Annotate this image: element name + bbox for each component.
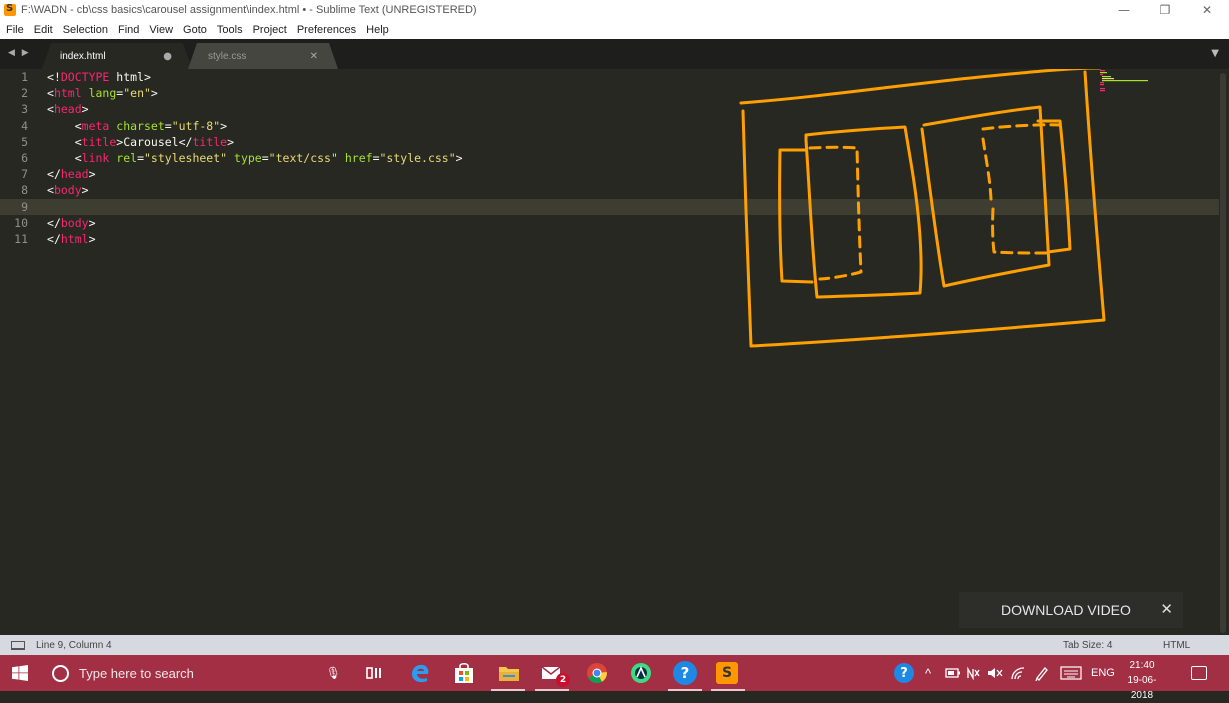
cortana-icon[interactable] [52, 664, 69, 682]
windows-taskbar: Type here to search 🎙 2 ? S ? ^ ENG 21:4… [0, 655, 1229, 701]
tab-label: index.html [60, 50, 106, 62]
tab-size[interactable]: Tab Size: 4 [1063, 640, 1112, 651]
menu-view[interactable]: View [149, 24, 173, 36]
right-slide-front-stroke [920, 105, 1051, 288]
outer-frame-stroke [741, 70, 1106, 348]
menu-tools[interactable]: Tools [217, 24, 243, 36]
sublime-logo-icon [4, 3, 16, 16]
windows-start-icon[interactable] [12, 665, 28, 681]
menu-bar: File Edit Selection Find View Goto Tools… [0, 20, 1229, 39]
menu-edit[interactable]: Edit [34, 24, 53, 36]
title-bar: F:\WADN - cb\css basics\carousel assignm… [0, 0, 1229, 20]
close-icon[interactable]: ✕ [1160, 600, 1173, 618]
panel-toggle-icon[interactable] [11, 640, 25, 650]
network-icon[interactable] [966, 666, 980, 680]
clock[interactable]: 21:40 19-06-2018 [1119, 658, 1165, 703]
tab-overflow-icon[interactable]: ▼ [1211, 48, 1219, 59]
cursor-position[interactable]: Line 9, Column 4 [36, 640, 112, 651]
input-language[interactable]: ENG [1091, 655, 1115, 691]
menu-goto[interactable]: Goto [183, 24, 207, 36]
syntax-mode[interactable]: HTML [1163, 640, 1190, 651]
tray-help-icon[interactable]: ? [894, 663, 914, 683]
tab-close-icon[interactable]: ✕ [310, 51, 318, 62]
help-icon[interactable]: ? [673, 661, 697, 685]
volume-muted-icon[interactable] [987, 666, 1003, 680]
download-video-label[interactable]: DOWNLOAD VIDEO [1001, 602, 1131, 618]
tab-style-css[interactable]: style.css ✕ [188, 43, 338, 69]
tab-label: style.css [208, 50, 247, 62]
outer-frame-stroke [739, 69, 1102, 105]
left-slide-front-stroke [804, 125, 923, 299]
mail-badge: 2 [556, 673, 570, 687]
freehand-drawing [739, 69, 1106, 348]
maximize-button[interactable]: ❐ [1143, 0, 1187, 20]
close-button[interactable]: ✕ [1185, 0, 1229, 20]
pen-workspace-icon[interactable] [1034, 665, 1050, 681]
window-title: F:\WADN - cb\css basics\carousel assignm… [21, 4, 477, 16]
tray-chevron-icon[interactable]: ^ [925, 655, 931, 691]
minimize-button[interactable]: — [1102, 0, 1146, 20]
menu-help[interactable]: Help [366, 24, 389, 36]
battery-icon[interactable] [945, 667, 961, 679]
status-bar: Line 9, Column 4 Tab Size: 4 HTML [0, 635, 1229, 655]
modified-dot-icon[interactable]: ● [163, 51, 172, 62]
store-icon[interactable] [452, 661, 476, 685]
editor-area[interactable]: 1 2 3 4 5 6 7 8 9 10 11 <!DOCTYPE html> … [0, 69, 1229, 635]
microphone-icon[interactable]: 🎙 [326, 666, 341, 680]
tab-index-html[interactable]: index.html ● [42, 43, 192, 69]
clock-time: 21:40 [1129, 660, 1155, 671]
task-view-icon[interactable] [362, 661, 386, 685]
menu-project[interactable]: Project [253, 24, 287, 36]
menu-preferences[interactable]: Preferences [297, 24, 356, 36]
download-video-banner[interactable]: DOWNLOAD VIDEO ✕ [959, 592, 1183, 628]
menu-file[interactable]: File [6, 24, 24, 36]
chrome-icon[interactable] [585, 661, 609, 685]
left-slide-inner-dashed-stroke [808, 145, 863, 281]
search-placeholder: Type here to search [79, 665, 194, 681]
taskbar-search-box[interactable]: Type here to search 🎙 [43, 655, 347, 691]
tab-nav-arrows-icon[interactable]: ◀ ▶ [8, 48, 31, 58]
wifi-icon[interactable] [1010, 666, 1026, 680]
edge-browser-icon[interactable] [408, 661, 432, 685]
menu-selection[interactable]: Selection [63, 24, 108, 36]
menu-find[interactable]: Find [118, 24, 139, 36]
android-studio-icon[interactable] [629, 661, 653, 685]
file-explorer-icon[interactable] [497, 661, 521, 685]
clock-date: 19-06-2018 [1127, 675, 1157, 701]
keyboard-icon[interactable] [1060, 666, 1082, 680]
tab-bar: ◀ ▶ index.html ● style.css ✕ ▼ [0, 39, 1229, 69]
action-center-icon[interactable] [1191, 666, 1207, 680]
sublime-text-icon[interactable]: S [716, 662, 738, 684]
